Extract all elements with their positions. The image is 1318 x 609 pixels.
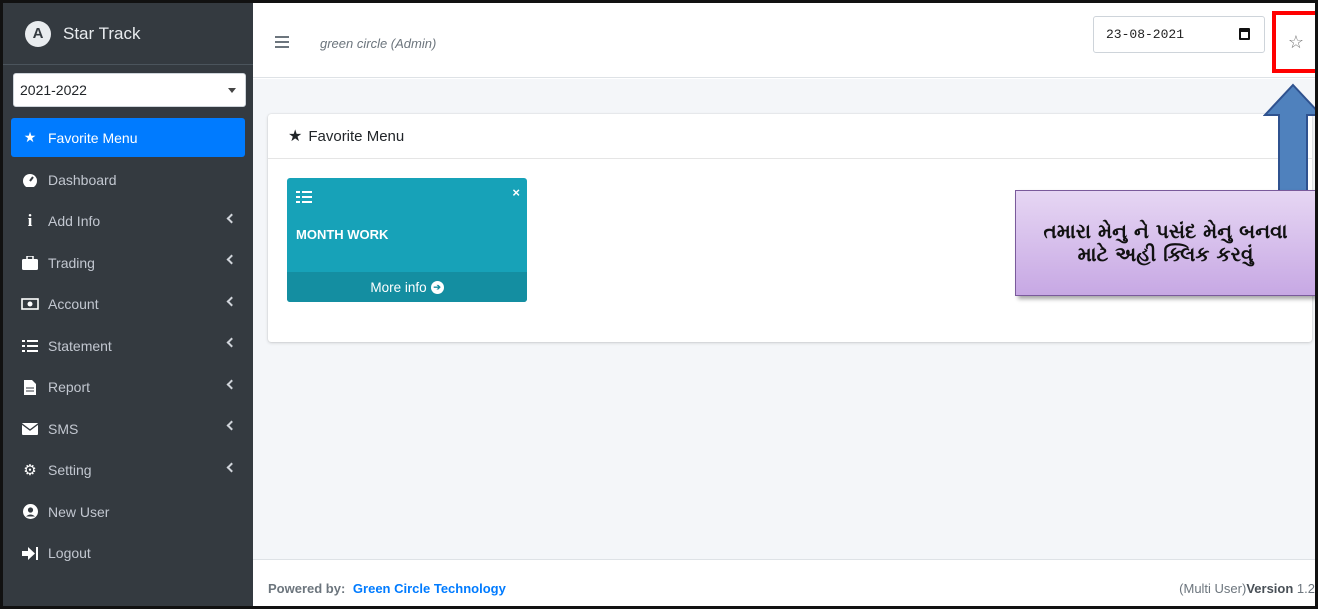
favorite-tile-month-work[interactable]: × MONTH WORK More info ➔ — [287, 178, 527, 302]
sidebar-item-statement[interactable]: Statement — [11, 325, 245, 367]
arrow-circle-right-icon: ➔ — [430, 280, 444, 294]
add-favorite-button[interactable]: ☆ — [1272, 11, 1315, 73]
brand-logo-icon: A — [25, 20, 51, 47]
briefcase-icon — [21, 255, 39, 271]
more-info-label: More info — [370, 279, 427, 295]
sidebar-item-label: Account — [48, 296, 99, 313]
tachometer-icon — [21, 172, 39, 188]
chevron-left-icon — [226, 213, 237, 223]
sidebar-item-add-info[interactable]: i Add Info — [11, 201, 245, 243]
sidebar-item-label: Trading — [48, 254, 95, 271]
money-bill-icon — [21, 296, 39, 312]
sidebar-item-label: Logout — [48, 545, 91, 562]
page-footer: Powered by: Green Circle Technology (Mul… — [253, 559, 1315, 606]
date-input[interactable]: 23-08-2021 — [1093, 16, 1265, 53]
caret-down-icon — [228, 88, 236, 93]
edition-label: (Multi User) — [1179, 581, 1247, 596]
sidebar-item-report[interactable]: Report — [11, 367, 245, 409]
sidebar-nav: ★ Favorite Menu Dashboard i Add Info Tra… — [3, 118, 253, 574]
chevron-left-icon — [226, 379, 237, 389]
chevron-left-icon — [226, 296, 237, 306]
date-value: 23-08-2021 — [1106, 27, 1185, 42]
sidebar-item-dashboard[interactable]: Dashboard — [11, 159, 245, 201]
organization-name: green circle (Admin) — [320, 36, 437, 51]
chevron-left-icon — [226, 462, 237, 472]
remove-favorite-close-icon[interactable]: × — [512, 185, 520, 200]
sidebar-item-label: Add Info — [48, 213, 101, 230]
list-check-icon — [21, 338, 39, 354]
file-icon — [21, 379, 39, 395]
sign-out-icon — [21, 545, 39, 561]
sidebar-item-label: SMS — [48, 420, 79, 437]
brand-link[interactable]: A Star Track — [3, 3, 253, 65]
year-select[interactable]: 2021-2022 — [13, 73, 246, 107]
sidebar-item-setting[interactable]: ⚙ Setting — [11, 450, 245, 492]
main-content: ★ Favorite Menu × MONTH WORK More info ➔ — [253, 79, 1315, 559]
year-select-value: 2021-2022 — [20, 82, 87, 98]
annotation-callout: તમારા મેનુ ને પસંદ મેનુ બનવા માટે અહી ક્… — [1015, 190, 1315, 296]
top-navbar: green circle (Admin) 23-08-2021 ☆ — [253, 3, 1315, 78]
sidebar-item-label: Report — [48, 379, 91, 396]
powered-by: Powered by: Green Circle Technology — [268, 581, 506, 596]
powered-by-label: Powered by: — [268, 581, 346, 596]
sidebar-item-label: Setting — [48, 462, 92, 479]
tile-title: MONTH WORK — [296, 227, 389, 242]
company-link[interactable]: Green Circle Technology — [353, 581, 506, 596]
version-label: Version — [1246, 581, 1294, 596]
star-icon: ★ — [23, 129, 37, 145]
sidebar-item-label: Favorite Menu — [48, 129, 138, 146]
chevron-left-icon — [226, 254, 237, 265]
sidebar-item-favorite-menu[interactable]: ★ Favorite Menu — [11, 118, 245, 157]
sidebar-item-logout[interactable]: Logout — [11, 533, 245, 575]
sidebar-item-new-user[interactable]: New User — [11, 491, 245, 533]
sidebar-item-sms[interactable]: SMS — [11, 408, 245, 450]
hamburger-menu-icon[interactable] — [275, 36, 289, 48]
version-info: (Multi User)Version 1.2 — [1179, 581, 1315, 596]
card-header: ★ Favorite Menu — [268, 114, 1312, 159]
annotation-up-arrow-icon — [1263, 83, 1315, 192]
chevron-left-icon — [226, 337, 237, 348]
more-info-link[interactable]: More info ➔ — [287, 272, 527, 302]
calendar-icon[interactable] — [1239, 28, 1250, 40]
brand-name: Star Track — [63, 23, 141, 43]
star-outline-icon: ☆ — [1287, 31, 1305, 52]
chevron-left-icon — [226, 420, 237, 431]
user-circle-icon — [21, 504, 39, 520]
sidebar-item-label: New User — [48, 503, 110, 520]
app-window: A Star Track 2021-2022 ★ Favorite Menu D… — [0, 0, 1318, 609]
info-icon: i — [27, 211, 33, 231]
sidebar-item-label: Dashboard — [48, 171, 117, 188]
version-number: 1.2 — [1296, 581, 1315, 596]
sidebar-item-trading[interactable]: Trading — [11, 242, 245, 284]
sidebar: A Star Track 2021-2022 ★ Favorite Menu D… — [3, 3, 253, 606]
list-check-icon — [296, 190, 312, 204]
sidebar-item-label: Statement — [48, 337, 112, 354]
sidebar-item-account[interactable]: Account — [11, 284, 245, 326]
cogs-icon: ⚙ — [23, 462, 37, 480]
card-title: Favorite Menu — [308, 127, 405, 145]
star-icon: ★ — [288, 128, 303, 145]
envelope-icon — [21, 421, 39, 437]
